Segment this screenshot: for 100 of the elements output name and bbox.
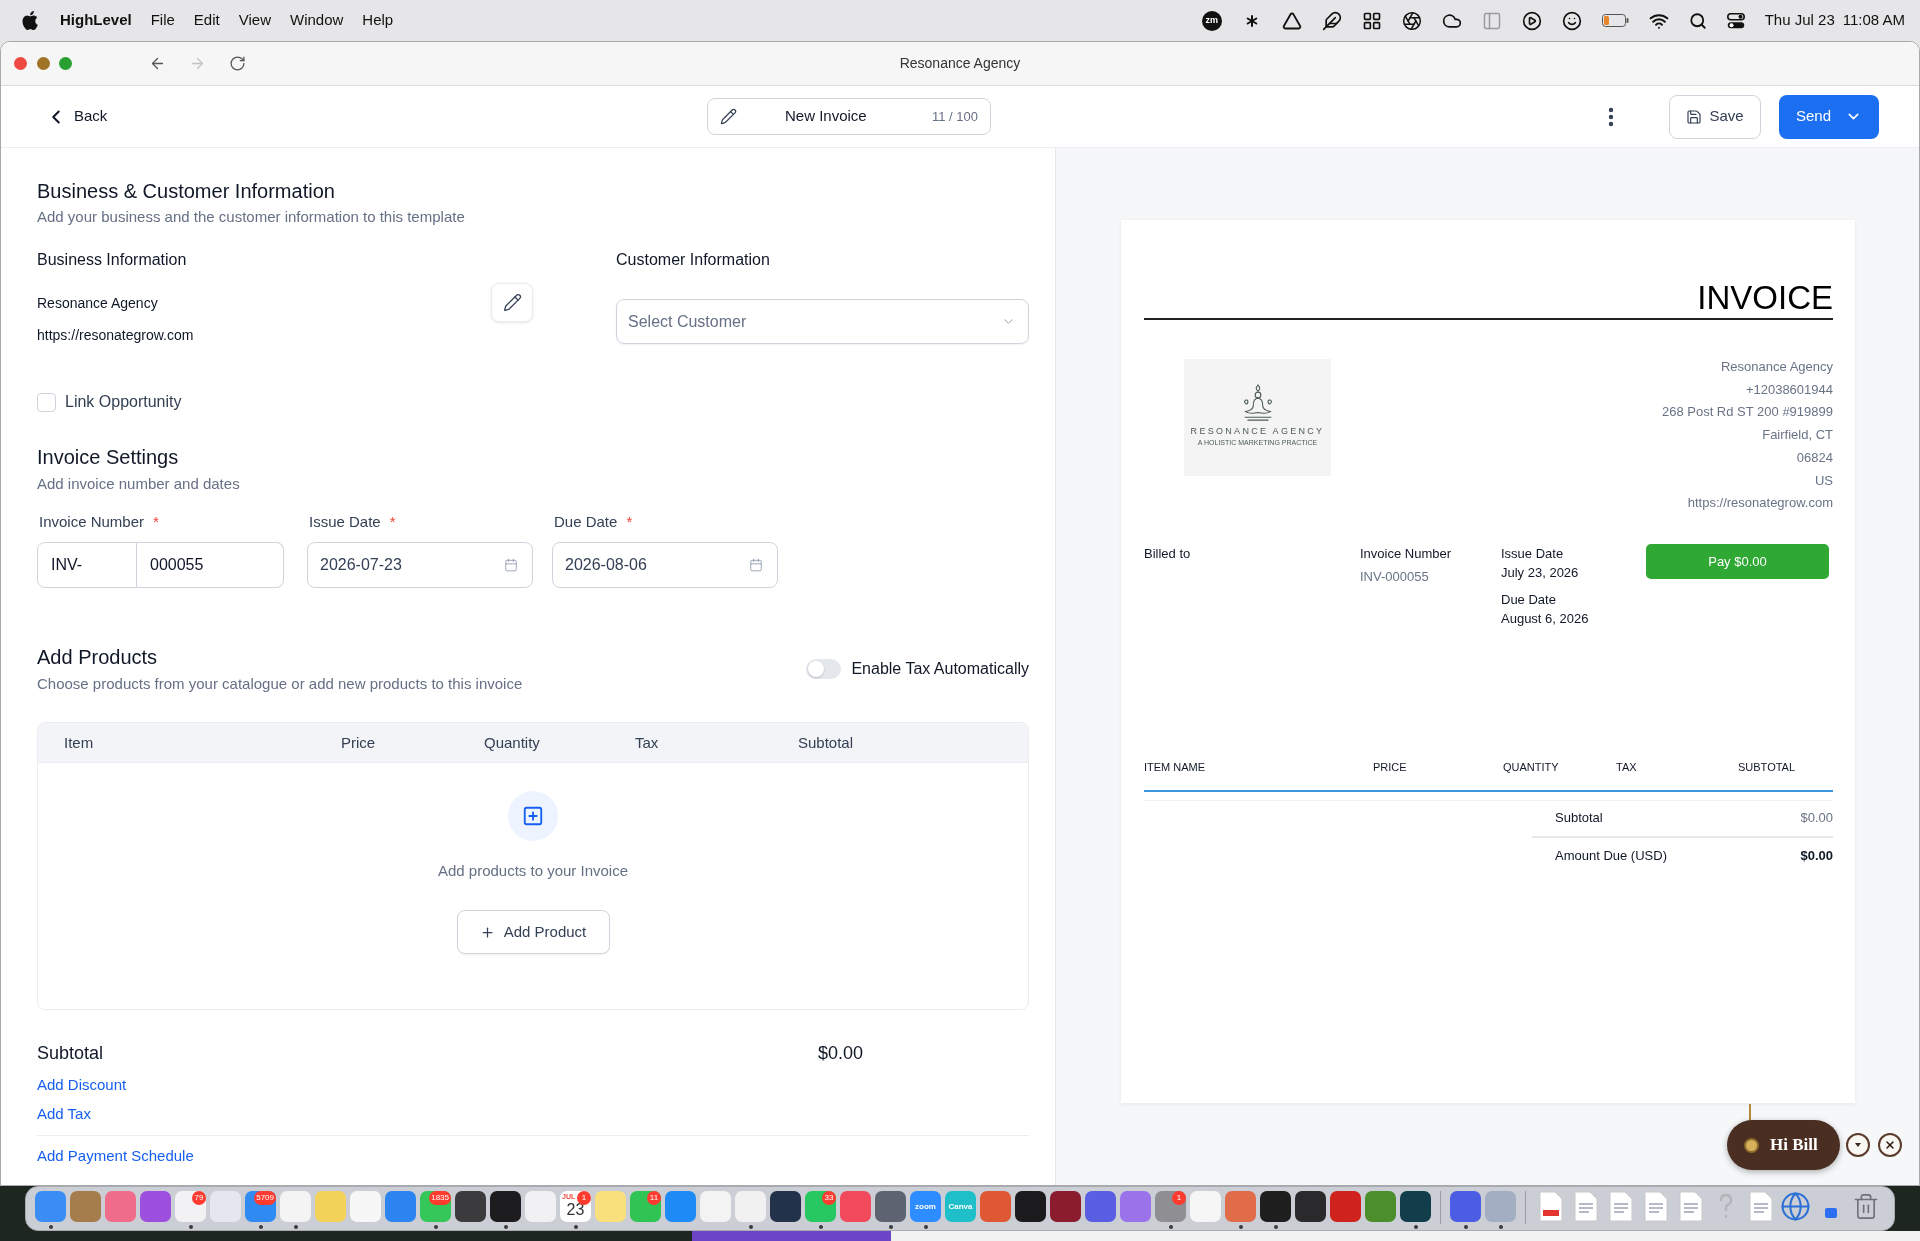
pencil-icon [720,108,737,125]
app-icon[interactable]: 1835 [420,1191,451,1222]
app-icon[interactable]: 11 [630,1191,661,1222]
app-icon[interactable] [1400,1191,1431,1222]
document-icon[interactable] [1643,1191,1668,1222]
app-icon[interactable]: 5709 [245,1191,276,1222]
subsection-title: Customer Information [616,250,771,270]
notification-badge: 1 [1172,1191,1186,1205]
column-header: ITEM NAME [1144,760,1206,773]
document-icon[interactable] [1678,1191,1703,1222]
menu-item[interactable]: File [150,9,175,32]
triangle-icon[interactable] [1281,10,1302,31]
app-icon[interactable] [1260,1191,1291,1222]
back-arrow-icon[interactable] [149,55,166,72]
column-header: PRICE [1373,760,1407,773]
menu-item[interactable]: Window [289,9,344,32]
globe-icon[interactable] [1780,1191,1811,1222]
grid-icon[interactable] [1361,10,1382,31]
invoice-prefix-field[interactable]: INV- [37,542,137,588]
address-line: Resonance Agency [1719,358,1833,376]
invoice-number-value: INV-000055 [1360,567,1429,586]
invoice-number-field[interactable]: 000055 [137,542,284,588]
address-line: US [1813,471,1833,490]
aperture-icon[interactable] [1401,10,1422,31]
pdf-file-icon[interactable] [1538,1191,1563,1222]
menu-item[interactable]: Help [362,9,394,32]
toggle-label: Enable Tax Automatically [851,658,1029,679]
detail-label: Issue Date [1501,544,1564,563]
checkbox[interactable] [37,392,56,412]
customer-input[interactable]: Select Customer [628,309,1001,334]
date-input[interactable]: 2026-07-23 [320,553,504,577]
app-icon[interactable] [770,1191,801,1222]
play-icon[interactable] [1521,10,1542,31]
app-icon[interactable] [490,1191,521,1222]
document-icon[interactable] [1573,1191,1598,1222]
app-icon[interactable] [1015,1191,1046,1222]
date-picker[interactable]: 2026-07-23 [307,542,533,588]
date-input[interactable]: 2026-08-06 [565,553,749,577]
tax-toggle[interactable] [806,658,842,679]
title-field[interactable]: New Invoice 11 / 100 [707,98,991,135]
column-header: TAX [1616,760,1637,773]
notification-badge: 11 [647,1191,661,1205]
notification-badge: 1835 [429,1191,451,1205]
sidebar-icon[interactable] [1481,10,1502,31]
close-window-icon[interactable] [14,57,27,70]
invoice-title: INVOICE [1697,278,1833,318]
app-icon[interactable] [1050,1191,1081,1222]
apple-icon[interactable] [22,11,38,30]
save-button[interactable]: Save [1669,94,1761,139]
app-icon[interactable]: 79 [175,1191,206,1222]
document-icon[interactable] [1608,1191,1633,1222]
subsection-title: Business Information [37,250,188,270]
menu-item[interactable]: View [238,9,271,32]
zoom-window-icon[interactable] [59,57,72,70]
feather-icon[interactable] [1321,10,1342,31]
add-product-button[interactable]: Add Product [456,910,610,954]
status-menu-item[interactable]: zm [1201,10,1222,31]
back-link[interactable]: Back [45,105,108,128]
checkbox-label[interactable]: Link Opportunity [65,390,182,414]
calendar-icon [749,558,763,572]
calendar-icon [504,558,518,572]
logo-name: RESONANCE AGENCY [1190,426,1325,437]
section-subtitle: Choose products from your catalogue or add new products to this invoice [37,674,523,694]
menu-item[interactable]: Edit [193,9,220,32]
search-icon[interactable] [1688,11,1707,30]
adjustment-link[interactable]: Add Discount [37,1075,127,1095]
notification-badge: 79 [192,1191,206,1205]
plus-icon [479,924,495,940]
amount-due-value: $0.00 [1800,846,1833,865]
app-icon[interactable]: 33 [805,1191,836,1222]
menu-bar-time[interactable]: 11:08 AM [1842,9,1905,32]
app-icon[interactable] [455,1191,486,1222]
customer-select[interactable]: Select Customer [616,299,1029,344]
chat-widget-stem [1749,1104,1751,1121]
title-input[interactable]: New Invoice [785,105,905,128]
address-line: 268 Post Rd ST 200 #919899 [1661,403,1833,422]
document-icon[interactable] [1748,1191,1773,1222]
edit-button[interactable] [491,283,533,322]
address-line: Fairfield, CT [1761,426,1833,445]
window-thumbnail-icon[interactable] [1824,1208,1837,1218]
chat-greeting-button[interactable]: Hi Bill [1727,1120,1840,1170]
control-center-icon[interactable] [1726,12,1745,29]
minimize-window-icon[interactable] [37,57,50,70]
battery-icon[interactable] [1601,14,1629,27]
app-icon[interactable]: 1 [1155,1191,1186,1222]
app-name[interactable]: HighLevel [60,9,132,32]
app-label: Canva [948,1202,973,1211]
date-picker[interactable]: 2026-08-06 [552,542,778,588]
send-button[interactable]: Send [1779,94,1879,139]
app-icon[interactable] [1295,1191,1326,1222]
reload-icon[interactable] [229,55,246,72]
window-title: Resonance Agency [899,54,1021,73]
payment-schedule-link[interactable]: Add Payment Schedule [37,1146,194,1166]
smiley-icon[interactable] [1561,10,1582,31]
billed-to-label: Billed to [1144,545,1191,561]
adjustment-link[interactable]: Add Tax [37,1104,91,1124]
business-website: https://resonategrow.com [37,326,195,345]
address-line: 06824 [1795,448,1833,467]
detail-label: Invoice Number [1360,544,1452,563]
menu-bar-date[interactable]: Thu Jul 23 [1764,9,1835,32]
